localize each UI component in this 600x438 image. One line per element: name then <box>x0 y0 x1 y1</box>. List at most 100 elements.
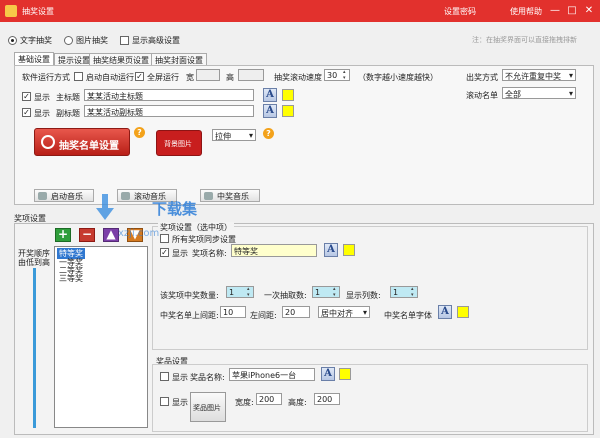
gift-name-input[interactable]: 苹果iPhone6一台 <box>229 368 315 381</box>
run-mode-label: 软件运行方式 <box>22 73 70 82</box>
speed-stepper[interactable]: 30 <box>324 69 350 81</box>
list-icon <box>41 135 55 149</box>
image-mode-label: 图片抽奖 <box>76 36 108 45</box>
prize-count-value: 1 <box>229 288 235 297</box>
speed-value: 30 <box>327 71 338 80</box>
sub-title-color-swatch[interactable] <box>282 105 294 117</box>
tab-result[interactable]: 抽奖结果页设置 <box>89 53 153 65</box>
all-same-checkbox[interactable] <box>160 234 169 243</box>
prize-name-font-button[interactable]: A <box>324 243 338 257</box>
title-bar: 抽奖设置 设置密码 使用帮助 — □ ✕ <box>0 0 600 22</box>
watermark-text: 下载集 <box>152 200 198 218</box>
gift-image-show-label: 显示 <box>172 398 188 407</box>
stretch-select[interactable]: 拉伸 <box>212 129 256 141</box>
advanced-checkbox[interactable] <box>120 36 129 45</box>
sub-title-show-label: 显示 <box>34 109 50 118</box>
maximize-icon[interactable]: □ <box>565 4 579 18</box>
gift-width-label: 宽度: <box>235 398 254 407</box>
close-icon[interactable]: ✕ <box>582 4 596 18</box>
window-title: 抽奖设置 <box>22 7 54 16</box>
winner-font-color-swatch[interactable] <box>457 306 469 318</box>
win-music-button[interactable]: 中奖音乐 <box>200 189 260 202</box>
sub-title-show-checkbox[interactable] <box>22 108 31 117</box>
text-mode-radio[interactable] <box>8 36 17 45</box>
main-title-show-checkbox[interactable] <box>22 92 31 101</box>
autostart-label: 启动自动运行 <box>86 73 134 82</box>
row-gap-input[interactable]: 10 <box>220 306 246 318</box>
sub-title-label: 副标题 <box>56 109 80 118</box>
list-help-icon[interactable]: ? <box>134 127 145 138</box>
background-image-label: 背景图片 <box>164 140 192 148</box>
gift-image-button[interactable]: 奖品图片 <box>190 392 226 422</box>
per-draw-label: 一次抽取数: <box>264 291 307 300</box>
advanced-label: 显示高级设置 <box>132 36 180 45</box>
fullscreen-checkbox[interactable] <box>135 72 144 81</box>
left-gap-input[interactable]: 20 <box>282 306 310 318</box>
move-up-button[interactable]: ▲ <box>103 228 119 242</box>
gift-image-show-checkbox[interactable] <box>160 397 169 406</box>
main-title-label: 主标题 <box>56 93 80 102</box>
start-music-label: 启动音乐 <box>51 192 83 201</box>
speed-note: （数字越小速度越快） <box>358 73 438 82</box>
background-help-icon[interactable]: ? <box>263 128 274 139</box>
autostart-checkbox[interactable] <box>74 72 83 81</box>
win-music-label: 中奖音乐 <box>217 192 249 201</box>
prize-show-label: 显示 <box>172 249 188 258</box>
help-link[interactable]: 使用帮助 <box>510 6 542 17</box>
gift-width-input[interactable]: 200 <box>256 393 282 405</box>
main-title-input[interactable]: 某某活动主标题 <box>84 89 254 101</box>
all-same-label: 所有奖项同步设置 <box>172 235 236 244</box>
align-select[interactable]: 居中对齐 <box>318 306 370 318</box>
height-label: 高 <box>226 73 234 82</box>
window-height-input[interactable] <box>238 69 264 81</box>
list-settings-button[interactable]: 抽奖名单设置 <box>34 128 130 156</box>
prize-count-stepper[interactable]: 1 <box>226 286 254 298</box>
background-image-button[interactable]: 背景图片 <box>156 130 202 156</box>
tab-basic[interactable]: 基础设置 <box>14 52 54 65</box>
main-title-color-swatch[interactable] <box>282 89 294 101</box>
sub-title-font-button[interactable]: A <box>263 104 277 118</box>
exit-mode-select[interactable]: 不允许重复中奖 <box>502 69 576 81</box>
prize-name-label: 奖项名称: <box>192 249 227 258</box>
scroll-list-select[interactable]: 全部 <box>502 87 576 99</box>
stretch-value: 拉伸 <box>215 132 231 141</box>
per-draw-stepper[interactable]: 1 <box>312 286 340 298</box>
scroll-list-value: 全部 <box>505 90 521 99</box>
tab-hint[interactable]: 提示设置 <box>54 53 94 65</box>
winner-font-button[interactable]: A <box>438 305 452 319</box>
prize-name-input[interactable]: 特等奖 <box>231 244 317 257</box>
main-title-font-button[interactable]: A <box>263 88 277 102</box>
sub-title-input[interactable]: 某某活动副标题 <box>84 105 254 117</box>
columns-stepper[interactable]: 1 <box>390 286 418 298</box>
add-prize-button[interactable]: + <box>55 228 71 242</box>
winner-font-label: 中奖名单字体 <box>384 311 432 320</box>
minimize-icon[interactable]: — <box>548 4 562 18</box>
order-arrow-icon <box>33 268 36 428</box>
remove-prize-button[interactable]: − <box>79 228 95 242</box>
text-mode-label: 文字抽奖 <box>20 36 52 45</box>
columns-value: 1 <box>393 288 399 297</box>
fullscreen-label: 全屏运行 <box>147 73 179 82</box>
gift-name-color-swatch[interactable] <box>339 368 351 380</box>
prize-name-color-swatch[interactable] <box>343 244 355 256</box>
gift-show-checkbox[interactable] <box>160 372 169 381</box>
tab-cover[interactable]: 抽奖封面设置 <box>151 53 207 65</box>
width-label: 宽 <box>186 73 194 82</box>
list-settings-label: 抽奖名单设置 <box>59 141 119 152</box>
set-password-link[interactable]: 设置密码 <box>444 6 476 17</box>
download-arrow-icon <box>96 194 114 220</box>
gift-height-input[interactable]: 200 <box>314 393 340 405</box>
gift-image-label: 奖品图片 <box>193 404 221 412</box>
list-item[interactable]: 三等奖 <box>59 273 83 284</box>
music-icon <box>38 192 47 200</box>
image-mode-radio[interactable] <box>64 36 73 45</box>
exit-mode-label: 出奖方式 <box>466 73 498 82</box>
gift-name-label: 奖品名称: <box>190 373 225 382</box>
columns-label: 显示列数: <box>346 291 381 300</box>
prize-show-checkbox[interactable] <box>160 248 169 257</box>
gift-show-label: 显示 <box>172 373 188 382</box>
window-width-input[interactable] <box>196 69 220 81</box>
prize-list[interactable]: 特等奖 一等奖 二等奖 三等奖 <box>54 246 148 428</box>
start-music-button[interactable]: 启动音乐 <box>34 189 94 202</box>
gift-name-font-button[interactable]: A <box>321 367 335 381</box>
